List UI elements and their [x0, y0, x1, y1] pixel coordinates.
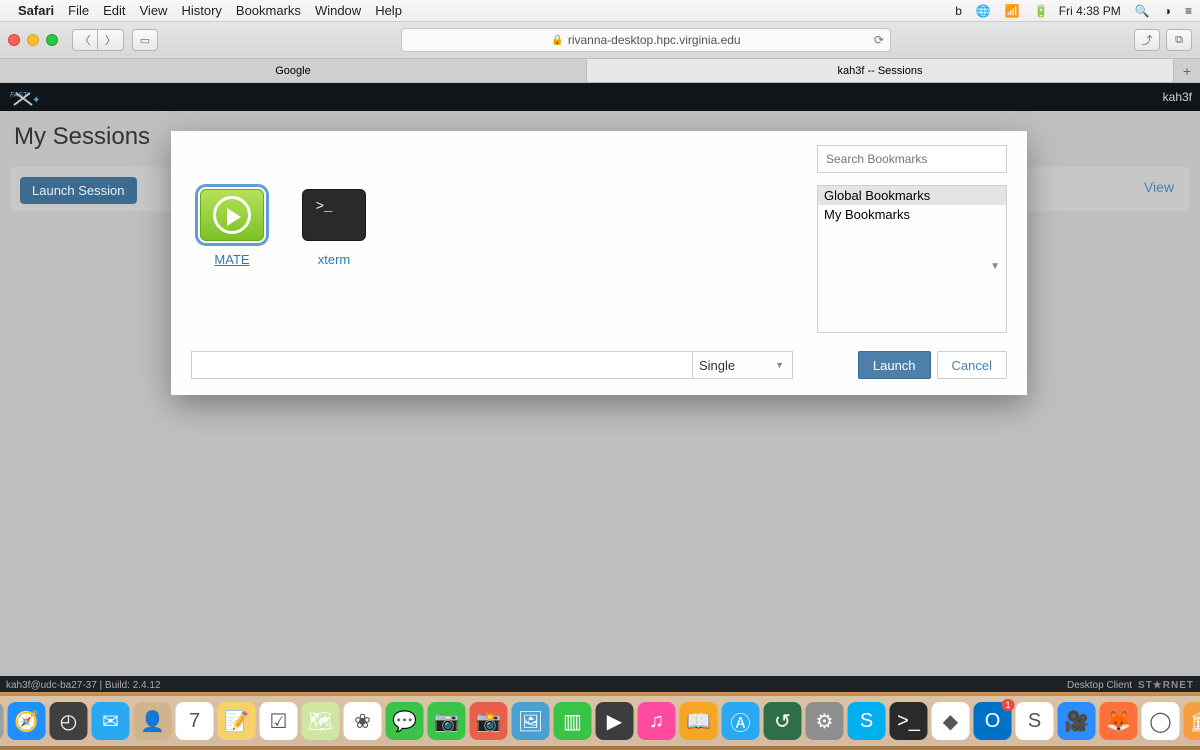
cancel-button[interactable]: Cancel — [937, 351, 1007, 379]
svg-text:✦: ✦ — [32, 95, 40, 106]
lock-icon: 🔒 — [551, 35, 563, 46]
mate-icon — [200, 189, 264, 241]
dock-contacts-icon[interactable]: 👤 — [134, 702, 172, 740]
starnet-brand: ST★RNET — [1138, 680, 1194, 691]
globe-icon[interactable]: 🌐 — [976, 4, 991, 18]
dock-chrome-icon[interactable]: ◯ — [1142, 702, 1180, 740]
macos-dock: ☺◉🚀🧭◴✉👤7📝☑🗺❀💬📷📸🖼▥▶♫📖Ⓐ↺⚙S>_◆OS🎥🦊◯🏛📄🗑 — [0, 696, 1200, 746]
dock-outlook-icon[interactable]: O — [974, 702, 1012, 740]
menu-view[interactable]: View — [140, 3, 168, 18]
dock-timemachine-icon[interactable]: ↺ — [764, 702, 802, 740]
menu-bookmarks[interactable]: Bookmarks — [236, 3, 301, 18]
close-window-button[interactable] — [8, 34, 20, 46]
dock-mail-icon[interactable]: ✉ — [92, 702, 130, 740]
dock-launchpad-icon[interactable]: 🚀 — [0, 702, 4, 740]
menu-window[interactable]: Window — [315, 3, 361, 18]
dock-appstore-icon[interactable]: Ⓐ — [722, 702, 760, 740]
forward-button[interactable]: 〉 — [98, 29, 124, 51]
dock-firefox-icon[interactable]: 🦊 — [1100, 702, 1138, 740]
clock[interactable]: Fri 4:38 PM — [1059, 4, 1121, 18]
battery-icon[interactable]: 🔋 — [1034, 4, 1049, 18]
bookmarks-header: Global Bookmarks — [818, 186, 1006, 205]
menu-help[interactable]: Help — [375, 3, 402, 18]
dock-preview-icon[interactable]: 🖼 — [512, 702, 550, 740]
dock-notes-icon[interactable]: 📝 — [218, 702, 256, 740]
dock-dashboard-icon[interactable]: ◴ — [50, 702, 88, 740]
dock-settings-icon[interactable]: ⚙ — [806, 702, 844, 740]
dock-reminders-icon[interactable]: ☑ — [260, 702, 298, 740]
launch-button[interactable]: Launch — [858, 351, 931, 379]
session-name-input[interactable] — [191, 351, 693, 379]
back-button[interactable]: 〈 — [72, 29, 98, 51]
zoom-window-button[interactable] — [46, 34, 58, 46]
tab-sessions[interactable]: kah3f -- Sessions — [587, 59, 1174, 82]
dock-slack-icon[interactable]: S — [1016, 702, 1054, 740]
bookmarks-list[interactable]: Global Bookmarks My Bookmarks ▼ — [817, 185, 1007, 333]
view-link[interactable]: View — [1144, 179, 1174, 195]
url-text: rivanna-desktop.hpc.virginia.edu — [568, 33, 741, 47]
status-left: kah3f@udc-ba27-37 | Build: 2.4.12 — [6, 680, 161, 691]
header-username[interactable]: kah3f — [1163, 90, 1192, 104]
xterm-icon: >_ — [302, 189, 366, 241]
status-b-icon[interactable]: b — [955, 4, 962, 18]
menu-edit[interactable]: Edit — [103, 3, 125, 18]
share-button[interactable]: ⤴ — [1134, 29, 1160, 51]
spotlight-icon[interactable]: 🔍 — [1135, 4, 1150, 18]
safari-toolbar: 〈 〉 ▭ 🔒 rivanna-desktop.hpc.virginia.edu… — [0, 22, 1200, 59]
dock-facetime-icon[interactable]: 📷 — [428, 702, 466, 740]
reload-icon[interactable]: ⟳ — [874, 33, 884, 47]
dock-tv-icon[interactable]: ▶ — [596, 702, 634, 740]
profile-xterm-label: xterm — [318, 252, 351, 267]
profile-mate-label: MATE — [214, 252, 249, 267]
dock-numbers-icon[interactable]: ▥ — [554, 702, 592, 740]
tabs-overview-button[interactable]: ⧉ — [1166, 29, 1192, 51]
wifi-icon[interactable]: 📶 — [1005, 4, 1020, 18]
bookmark-item[interactable]: My Bookmarks — [818, 205, 1006, 224]
app-menu[interactable]: Safari — [18, 3, 54, 18]
menu-file[interactable]: File — [68, 3, 89, 18]
sidebar-toggle-button[interactable]: ▭ — [132, 29, 158, 51]
dock-uva-icon[interactable]: 🏛 — [1184, 702, 1200, 740]
profile-list: MATE >_ xterm — [195, 189, 371, 269]
minimize-window-button[interactable] — [27, 34, 39, 46]
dock-calendar-icon[interactable]: 7 — [176, 702, 214, 740]
notification-center-icon[interactable]: ≡ — [1185, 4, 1192, 18]
display-mode-value: Single — [699, 358, 735, 373]
launch-session-dialog: MATE >_ xterm Global Bookmarks My Bookma… — [171, 131, 1027, 395]
macos-menubar: Safari File Edit View History Bookmarks … — [0, 0, 1200, 22]
search-bookmarks-input[interactable] — [817, 145, 1007, 173]
tab-google[interactable]: Google — [0, 59, 587, 82]
dock-drive-icon[interactable]: ◆ — [932, 702, 970, 740]
dock-skype-icon[interactable]: S — [848, 702, 886, 740]
launch-session-button[interactable]: Launch Session — [20, 177, 137, 204]
control-center-icon[interactable]: ◑ — [1164, 4, 1171, 18]
safari-tab-bar: Google kah3f -- Sessions + — [0, 59, 1200, 83]
dock-photos-icon[interactable]: ❀ — [344, 702, 382, 740]
fastx-logo-icon: FAST✦ — [8, 86, 42, 108]
dock-itunes-icon[interactable]: ♫ — [638, 702, 676, 740]
menu-history[interactable]: History — [181, 3, 221, 18]
app-header: FAST✦ kah3f — [0, 83, 1200, 111]
new-tab-button[interactable]: + — [1174, 59, 1200, 82]
window-controls — [8, 34, 58, 46]
dock-zoom-icon[interactable]: 🎥 — [1058, 702, 1096, 740]
dock-messages-icon[interactable]: 💬 — [386, 702, 424, 740]
profile-mate[interactable]: MATE — [195, 189, 269, 269]
chevron-down-icon: ▼ — [775, 360, 784, 370]
address-bar[interactable]: 🔒 rivanna-desktop.hpc.virginia.edu ⟳ — [401, 28, 891, 52]
status-right: Desktop Client — [1067, 680, 1132, 691]
profile-xterm[interactable]: >_ xterm — [297, 189, 371, 269]
bookmark-dropdown-icon[interactable]: ▼ — [990, 261, 1000, 272]
display-mode-select[interactable]: Single ▼ — [693, 351, 793, 379]
dock-maps-icon[interactable]: 🗺 — [302, 702, 340, 740]
dock-ibooks-icon[interactable]: 📖 — [680, 702, 718, 740]
dock-terminal-icon[interactable]: >_ — [890, 702, 928, 740]
dock-photobooth-icon[interactable]: 📸 — [470, 702, 508, 740]
dock-safari-icon[interactable]: 🧭 — [8, 702, 46, 740]
